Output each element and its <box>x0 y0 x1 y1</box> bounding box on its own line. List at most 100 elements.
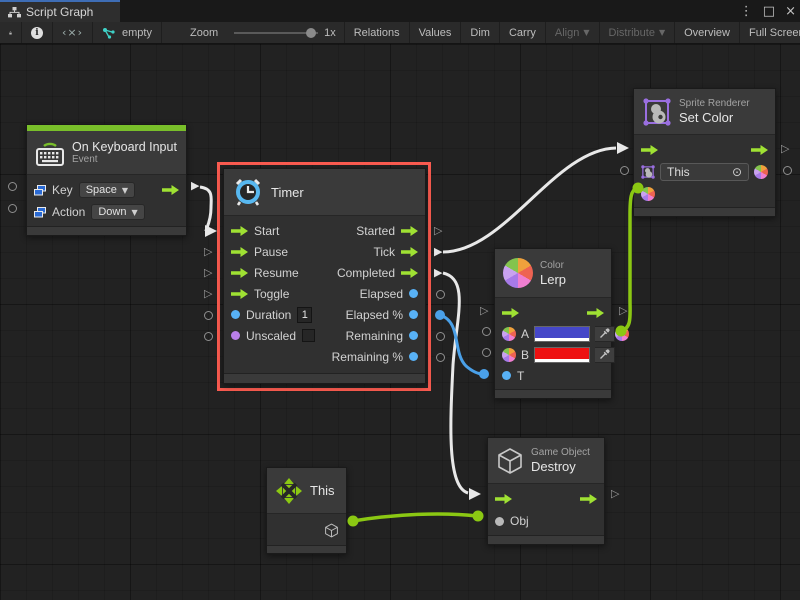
overview-button[interactable]: Overview <box>675 22 740 43</box>
port-sprite-result-out[interactable] <box>783 166 792 175</box>
port-timer-unscaled-in[interactable] <box>204 332 213 341</box>
object-picker-icon[interactable]: ⊙ <box>732 165 742 179</box>
variables-button[interactable]: ‹×› <box>53 22 93 43</box>
node-header[interactable]: Sprite Renderer Set Color <box>634 89 775 135</box>
node-this[interactable]: This <box>266 467 347 554</box>
port-lerp-a-in[interactable] <box>482 327 491 336</box>
elapsed-label: Elapsed <box>360 287 403 301</box>
carry-button[interactable]: Carry <box>500 22 546 43</box>
node-category: Color <box>540 260 566 272</box>
color-a-field[interactable] <box>534 326 590 342</box>
target-object-field[interactable]: This ⊙ <box>660 163 749 181</box>
caret-down-icon: ▼ <box>122 186 128 195</box>
distribute-button[interactable]: Distribute ▼ <box>600 22 676 43</box>
port-timer-tick-out[interactable]: ▶ <box>434 247 442 257</box>
align-button[interactable]: Align ▼ <box>546 22 600 43</box>
node-game-object-destroy[interactable]: Game Object Destroy Obj <box>487 437 605 545</box>
flow-output-arrow-icon <box>401 247 418 257</box>
flow-output-arrow-icon <box>751 145 768 155</box>
node-header[interactable]: This <box>267 468 346 514</box>
node-header[interactable]: Game Object Destroy <box>488 438 604 484</box>
dim-label: Dim <box>470 27 490 39</box>
graph-hierarchy-icon <box>8 7 21 18</box>
zoom-slider-handle[interactable] <box>306 28 316 38</box>
pause-label: Pause <box>254 245 288 259</box>
menu-kebab-icon[interactable]: ⋮ <box>740 4 753 19</box>
node-header[interactable]: Timer <box>224 169 425 216</box>
distribute-label: Distribute <box>609 27 655 39</box>
port-keyboard-action-in[interactable] <box>8 204 17 213</box>
port-timer-remaining-out[interactable] <box>436 332 445 341</box>
port-destroy-flow-out[interactable]: ▷ <box>611 489 619 499</box>
port-lerp-b-in[interactable] <box>482 348 491 357</box>
port-sprite-target-in[interactable] <box>620 166 629 175</box>
unscaled-checkbox[interactable] <box>302 329 315 342</box>
completed-label: Completed <box>337 266 395 280</box>
sprite-renderer-icon <box>642 97 672 127</box>
key-row: Key Space ▼ <box>27 179 186 201</box>
info-button[interactable]: i <box>22 22 53 43</box>
node-sprite-renderer-set-color[interactable]: Sprite Renderer Set Color This ⊙ <box>633 88 776 217</box>
lerp-t-row: T <box>495 365 611 386</box>
float-port-icon <box>409 289 418 298</box>
node-color-lerp[interactable]: Color Lerp A <box>494 248 612 399</box>
node-header[interactable]: On Keyboard Input Event <box>27 131 186 175</box>
key-dropdown[interactable]: Space ▼ <box>79 182 135 198</box>
port-timer-duration-in[interactable] <box>204 311 213 320</box>
port-lerp-flow-in[interactable]: ▷ <box>480 306 488 316</box>
action-dropdown[interactable]: Down ▼ <box>91 204 144 220</box>
color-a-swatch <box>535 327 589 338</box>
lock-icon <box>9 27 12 39</box>
port-timer-remainingpct-out[interactable] <box>436 353 445 362</box>
tab-script-graph[interactable]: Script Graph <box>0 0 120 22</box>
node-subtitle: Event <box>72 154 177 166</box>
timer-row-duration-elapsedpct: Duration 1 Elapsed % <box>224 304 425 325</box>
node-header[interactable]: Color Lerp <box>495 249 611 298</box>
node-footer <box>267 545 346 553</box>
tick-label: Tick <box>373 245 395 259</box>
eyedropper-button[interactable] <box>595 326 615 342</box>
port-timer-toggle-in[interactable]: ▷ <box>204 289 212 299</box>
destroy-flow-row <box>488 488 604 510</box>
duration-label: Duration <box>246 308 291 322</box>
graph-icon <box>102 27 116 39</box>
duration-input[interactable]: 1 <box>297 307 312 323</box>
port-timer-elapsed-out[interactable] <box>436 290 445 299</box>
values-button[interactable]: Values <box>410 22 462 43</box>
maximize-icon[interactable]: □ <box>763 4 775 19</box>
flow-input-arrow-icon <box>231 268 248 278</box>
eyedropper-button[interactable] <box>595 347 615 363</box>
caret-down-icon: ▼ <box>583 28 589 37</box>
port-lerp-flow-out[interactable]: ▷ <box>619 306 627 316</box>
port-timer-started-out[interactable]: ▷ <box>434 226 442 236</box>
zoom-slider[interactable] <box>234 32 318 34</box>
node-timer[interactable]: Timer Start Started Pause Tick Resume Co… <box>223 168 426 384</box>
node-title: On Keyboard Input <box>72 140 177 154</box>
destroy-obj-row: Obj <box>488 510 604 532</box>
port-timer-resume-in[interactable]: ▷ <box>204 268 212 278</box>
close-icon[interactable]: × <box>785 4 796 19</box>
lock-button[interactable] <box>0 22 22 43</box>
flow-input-arrow-icon <box>502 308 519 318</box>
node-on-keyboard-input[interactable]: On Keyboard Input Event Key Space ▼ <box>26 124 187 236</box>
color-b-field[interactable] <box>534 347 590 363</box>
fullscreen-button[interactable]: Full Screen <box>740 22 800 43</box>
lerp-a-row: A <box>495 323 611 344</box>
keyboard-event-icon <box>35 139 65 167</box>
timer-row-start-started: Start Started <box>224 220 425 241</box>
port-timer-pause-in[interactable]: ▷ <box>204 247 212 257</box>
timer-row-unscaled-remaining: Unscaled Remaining <box>224 325 425 346</box>
started-label: Started <box>356 224 395 238</box>
flow-output-arrow-icon <box>162 185 179 195</box>
dim-button[interactable]: Dim <box>461 22 500 43</box>
port-timer-completed-out[interactable]: ▶ <box>434 268 442 278</box>
relations-button[interactable]: Relations <box>345 22 410 43</box>
port-keyboard-key-in[interactable] <box>8 182 17 191</box>
flow-output-arrow-icon <box>580 494 597 504</box>
port-keyboard-flow-out[interactable]: ▶ <box>191 181 199 191</box>
graph-reference[interactable]: empty <box>93 22 162 43</box>
overview-label: Overview <box>684 27 730 39</box>
flow-input-arrow-icon <box>641 145 658 155</box>
color-wheel-icon <box>503 258 533 288</box>
port-sprite-flow-out[interactable]: ▷ <box>781 144 789 154</box>
